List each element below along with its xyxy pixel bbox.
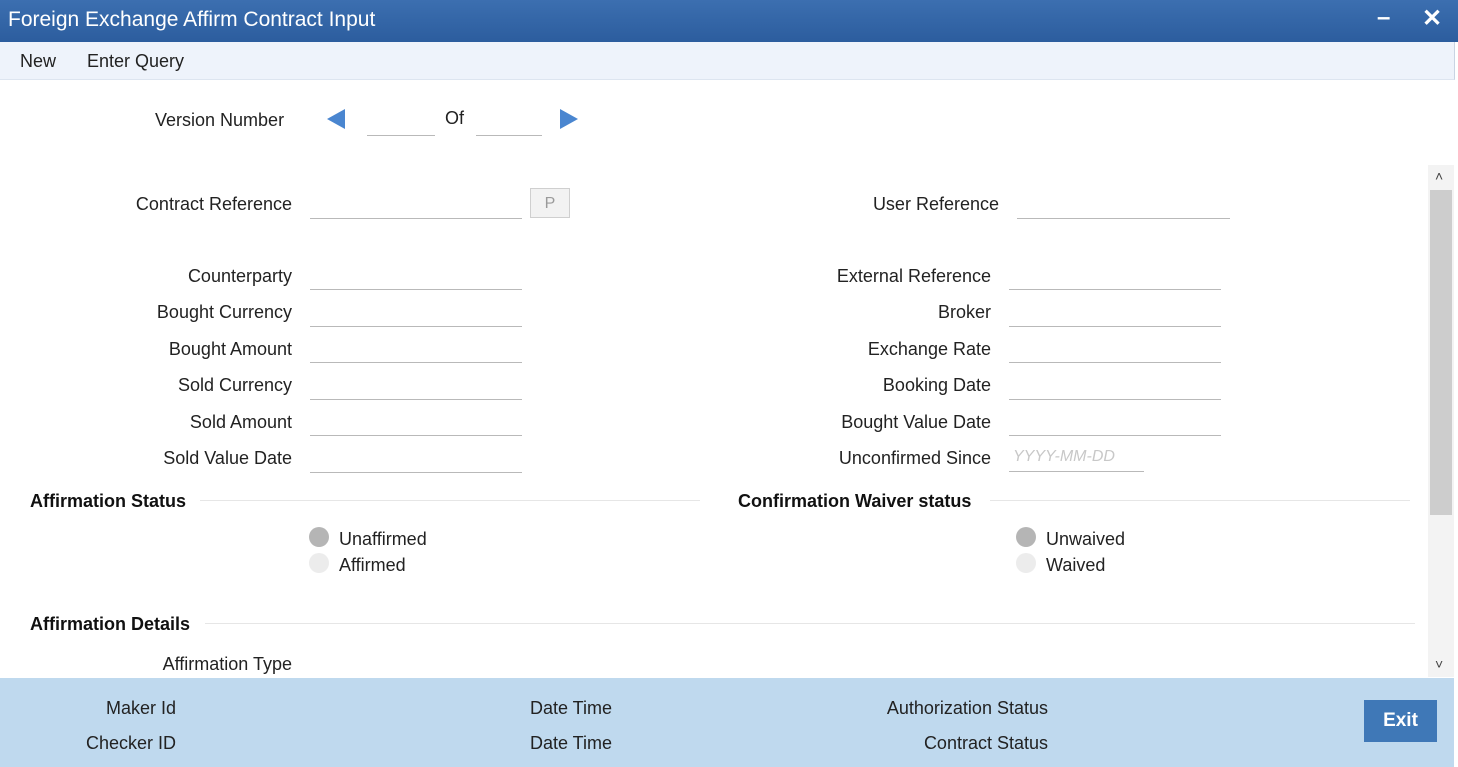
exchange-rate-field[interactable] — [1009, 334, 1221, 363]
contract-reference-label: Contract Reference — [135, 194, 292, 214]
exchange-rate-input[interactable] — [1009, 334, 1221, 362]
booking-date-field[interactable] — [1009, 371, 1221, 400]
bought-value-date-input[interactable] — [1009, 407, 1221, 435]
broker-label: Broker — [937, 302, 991, 322]
version-total-field[interactable] — [476, 107, 542, 136]
waiver-status-divider — [990, 500, 1410, 501]
title-bar: Foreign Exchange Affirm Contract Input –… — [0, 0, 1458, 42]
version-current-field[interactable] — [367, 107, 435, 136]
unwaived-label: Unwaived — [1046, 529, 1126, 549]
external-reference-label: External Reference — [836, 266, 991, 286]
user-reference-label: User Reference — [872, 194, 999, 214]
waived-label: Waived — [1046, 555, 1106, 575]
sold-value-date-field[interactable] — [310, 444, 522, 473]
broker-field[interactable] — [1009, 298, 1221, 327]
sold-amount-field[interactable] — [310, 407, 522, 436]
unwaived-radio[interactable] — [1016, 527, 1036, 547]
version-of-label: Of — [445, 108, 465, 128]
sold-amount-input[interactable] — [310, 407, 522, 435]
sold-value-date-input[interactable] — [310, 444, 522, 472]
booking-date-label: Booking Date — [882, 375, 991, 395]
waiver-status-heading: Confirmation Waiver status — [738, 491, 972, 511]
sold-currency-field[interactable] — [310, 371, 522, 400]
bought-currency-input[interactable] — [310, 298, 522, 326]
affirmation-type-label: Affirmation Type — [162, 654, 292, 674]
scroll-up-icon[interactable]: ˄ — [1435, 168, 1443, 184]
sold-value-date-label: Sold Value Date — [163, 448, 292, 468]
contract-status-label: Contract Status — [923, 733, 1048, 753]
unconfirmed-since-field[interactable] — [1009, 443, 1144, 472]
maker-id-label: Maker Id — [105, 698, 176, 718]
unaffirmed-radio[interactable] — [309, 527, 329, 547]
sold-amount-label: Sold Amount — [189, 412, 292, 432]
bought-amount-label: Bought Amount — [168, 339, 292, 359]
checker-id-label: Checker ID — [85, 733, 176, 753]
affirmation-status-heading: Affirmation Status — [30, 491, 187, 511]
previous-version-icon[interactable] — [327, 109, 345, 129]
scroll-down-icon[interactable]: ˅ — [1435, 656, 1443, 672]
unaffirmed-label: Unaffirmed — [339, 529, 427, 549]
user-reference-input[interactable] — [1017, 190, 1230, 218]
menu-bar: New Enter Query — [0, 42, 1455, 80]
counterparty-input[interactable] — [310, 261, 522, 289]
window-title: Foreign Exchange Affirm Contract Input — [8, 8, 376, 31]
bought-amount-input[interactable] — [310, 334, 522, 362]
form-content: Version Number Of Contract Reference P U… — [0, 80, 1454, 678]
scrollbar-thumb[interactable] — [1430, 190, 1452, 515]
affirmed-label: Affirmed — [339, 555, 406, 575]
audit-footer: Maker Id Checker ID Date Time Date Time … — [0, 678, 1454, 767]
affirmation-status-divider — [200, 500, 700, 501]
contract-lookup-button[interactable]: P — [530, 188, 570, 218]
contract-reference-field[interactable] — [310, 190, 522, 219]
user-reference-field[interactable] — [1017, 190, 1230, 219]
affirmation-details-heading: Affirmation Details — [30, 614, 191, 634]
exchange-rate-label: Exchange Rate — [867, 339, 991, 359]
affirmation-details-divider — [205, 623, 1415, 624]
broker-input[interactable] — [1009, 298, 1221, 326]
sold-currency-input[interactable] — [310, 371, 522, 399]
unconfirmed-since-label: Unconfirmed Since — [838, 448, 991, 468]
waived-radio[interactable] — [1016, 553, 1036, 573]
sold-currency-label: Sold Currency — [177, 375, 292, 395]
vertical-scrollbar[interactable]: ˄ ˅ — [1428, 165, 1454, 677]
external-reference-input[interactable] — [1009, 261, 1221, 289]
authorization-status-label: Authorization Status — [886, 698, 1048, 718]
contract-reference-input[interactable] — [310, 190, 522, 218]
bought-amount-field[interactable] — [310, 334, 522, 363]
close-icon[interactable]: ✕ — [1422, 4, 1442, 33]
booking-date-input[interactable] — [1009, 371, 1221, 399]
maker-date-time-label: Date Time — [529, 698, 612, 718]
enter-query-menu-item[interactable]: Enter Query — [87, 51, 184, 72]
bought-currency-label: Bought Currency — [156, 302, 292, 322]
exit-button[interactable]: Exit — [1364, 700, 1437, 742]
unconfirmed-since-input[interactable] — [1009, 443, 1144, 471]
minimize-icon[interactable]: – — [1377, 4, 1390, 32]
version-current-input[interactable] — [367, 107, 435, 135]
bought-value-date-label: Bought Value Date — [841, 412, 991, 432]
version-total-input[interactable] — [476, 107, 542, 135]
next-version-icon[interactable] — [560, 109, 578, 129]
external-reference-field[interactable] — [1009, 261, 1221, 290]
version-number-label: Version Number — [155, 110, 285, 130]
bought-value-date-field[interactable] — [1009, 407, 1221, 436]
counterparty-field[interactable] — [310, 261, 522, 290]
bought-currency-field[interactable] — [310, 298, 522, 327]
counterparty-label: Counterparty — [187, 266, 292, 286]
new-menu-item[interactable]: New — [20, 51, 56, 72]
affirmed-radio[interactable] — [309, 553, 329, 573]
checker-date-time-label: Date Time — [529, 733, 612, 753]
